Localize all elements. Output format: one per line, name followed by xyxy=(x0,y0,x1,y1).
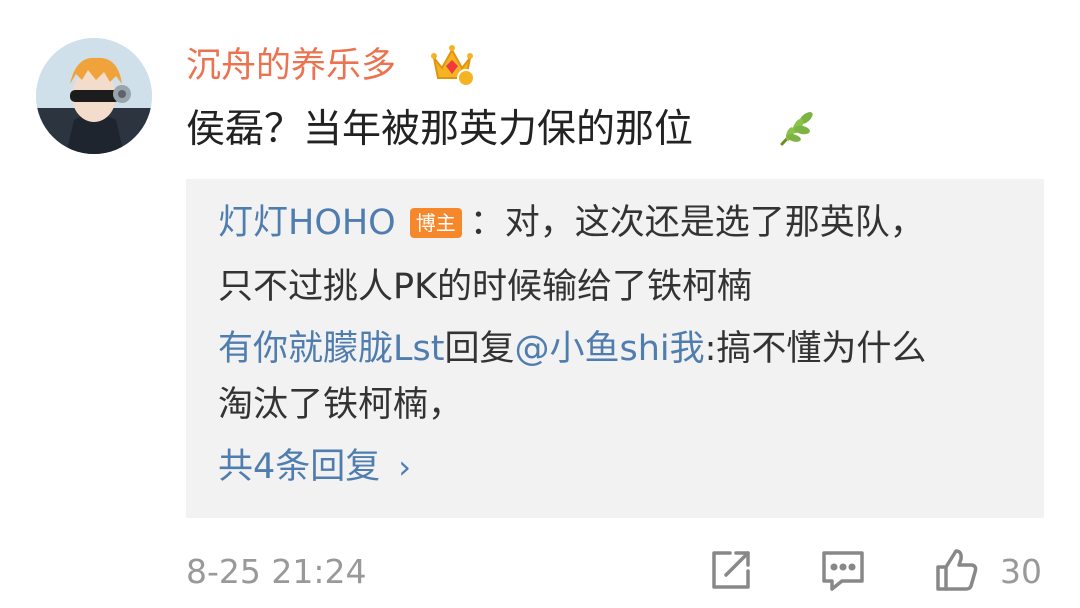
reply-1-line-2: 只不过挑人PK的时候输给了铁柯楠 xyxy=(218,267,753,307)
like-count: 30 xyxy=(1000,552,1042,591)
username[interactable]: 沉舟的养乐多 xyxy=(186,44,396,88)
more-replies-label: 共4条回复 xyxy=(218,447,381,487)
reply-2-text: :搞不懂为什么 xyxy=(704,329,927,369)
comment-icon[interactable] xyxy=(818,545,868,595)
comment-text: 侯磊？当年被那英力保的那位 xyxy=(186,107,694,152)
vip-crown-icon xyxy=(428,40,476,88)
more-replies-link[interactable]: 共4条回复 › xyxy=(218,443,411,491)
author-badge: 博主 xyxy=(409,208,462,238)
reply-1-line-1: 灯灯HOHO 博主 ：对，这次还是选了那英队， xyxy=(218,199,925,247)
reply-2-author[interactable]: 有你就朦胧Lst xyxy=(218,329,444,369)
share-icon[interactable] xyxy=(706,545,756,595)
timestamp: 8-25 21:24 xyxy=(186,552,367,591)
reply-2-line-2: 淘汰了铁柯楠， xyxy=(218,385,464,425)
leaf-emoji-icon xyxy=(776,106,818,148)
reply-1-text: ：对，这次还是选了那英队， xyxy=(469,203,925,243)
avatar[interactable] xyxy=(36,38,152,154)
chevron-right-icon: › xyxy=(398,448,412,486)
reply-2-action: 回复 xyxy=(444,329,515,369)
thumbs-up-icon[interactable] xyxy=(932,545,982,595)
reply-1-author[interactable]: 灯灯HOHO xyxy=(218,203,396,243)
reply-2-mention[interactable]: @小鱼shi我 xyxy=(514,329,704,369)
reply-box[interactable]: 灯灯HOHO 博主 ：对，这次还是选了那英队， 只不过挑人PK的时候输给了铁柯楠 有… xyxy=(186,179,1044,518)
reply-2-line-1: 有你就朦胧Lst回复@小鱼shi我:搞不懂为什么 xyxy=(218,325,926,373)
